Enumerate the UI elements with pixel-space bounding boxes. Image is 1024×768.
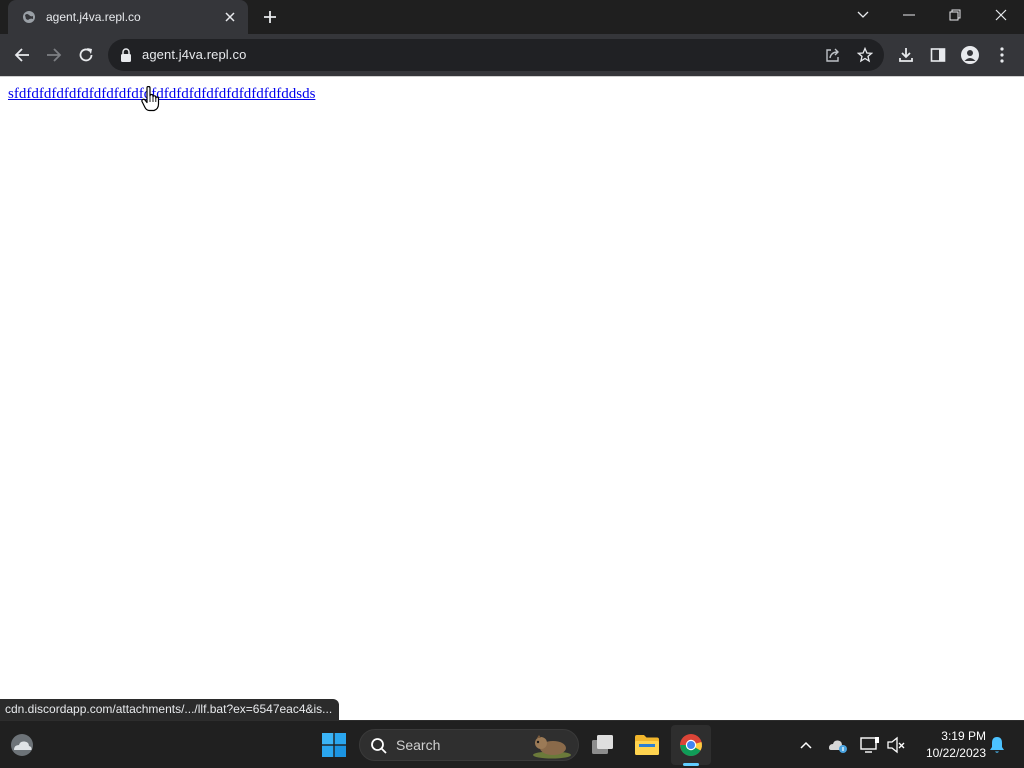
chevron-down-icon	[857, 11, 869, 18]
bookmark-button[interactable]	[854, 44, 876, 66]
downloads-button[interactable]	[892, 41, 920, 69]
forward-button[interactable]	[40, 41, 68, 69]
chrome-taskbar-button[interactable]	[671, 725, 711, 765]
profile-button[interactable]	[956, 41, 984, 69]
lock-icon[interactable]	[120, 48, 132, 62]
speaker-muted-icon	[887, 736, 905, 754]
onedrive-icon	[829, 740, 847, 753]
url-text[interactable]: agent.j4va.repl.co	[142, 47, 246, 62]
close-icon	[995, 9, 1007, 21]
reload-button[interactable]	[72, 41, 100, 69]
tab-close-button[interactable]	[222, 9, 238, 25]
status-url-bubble: cdn.discordapp.com/attachments/.../llf.b…	[0, 699, 339, 720]
forward-arrow-icon	[47, 48, 62, 62]
close-icon	[225, 12, 235, 22]
chrome-menu-button[interactable]	[988, 41, 1016, 69]
reload-icon	[79, 48, 93, 62]
clock-date: 10/22/2023	[925, 746, 986, 760]
network-icon	[860, 737, 879, 753]
weather-widget[interactable]	[8, 731, 36, 759]
kebab-menu-icon	[1000, 47, 1004, 63]
hand-cursor-icon	[141, 86, 160, 112]
volume-tray-button[interactable]	[884, 733, 908, 757]
restore-button[interactable]	[932, 0, 978, 30]
side-panel-button[interactable]	[924, 41, 952, 69]
star-icon	[857, 47, 873, 63]
start-button[interactable]	[320, 731, 348, 759]
bell-icon	[990, 737, 1004, 753]
file-explorer-button[interactable]	[633, 731, 661, 759]
show-hidden-icons-button[interactable]	[796, 733, 816, 757]
active-app-indicator	[683, 763, 699, 766]
taskbar-clock[interactable]: 3:19 PM 10/22/2023	[914, 728, 986, 762]
web-page: sfdfdfdfdfdfdfdfdfdfdfdfdfdfdfdfdfdfdfdf…	[0, 77, 1024, 720]
clock-time: 3:19 PM	[941, 729, 986, 743]
chevron-up-icon	[800, 741, 812, 749]
minimize-button[interactable]	[886, 0, 932, 30]
search-icon	[371, 738, 387, 754]
task-view-icon	[592, 735, 613, 754]
weather-icon	[11, 734, 33, 756]
share-button[interactable]	[822, 44, 844, 66]
notifications-button[interactable]	[986, 734, 1008, 756]
windows-start-icon	[322, 733, 346, 757]
close-window-button[interactable]	[978, 0, 1024, 30]
onedrive-tray-button[interactable]	[826, 733, 850, 757]
restore-icon	[949, 9, 961, 21]
back-button[interactable]	[8, 41, 36, 69]
new-tab-button[interactable]	[258, 6, 282, 28]
globe-icon	[23, 11, 35, 23]
task-view-button[interactable]	[589, 731, 617, 759]
tab-strip: agent.j4va.repl.co	[0, 0, 1024, 34]
share-icon	[826, 48, 839, 62]
side-panel-icon	[930, 48, 946, 62]
browser-toolbar: agent.j4va.repl.co	[0, 34, 1024, 76]
back-arrow-icon	[14, 48, 29, 62]
minimize-icon	[903, 14, 915, 16]
search-highlight-image	[533, 735, 571, 759]
chrome-icon	[680, 734, 702, 756]
search-placeholder: Search	[396, 737, 441, 753]
address-bar[interactable]: agent.j4va.repl.co	[108, 39, 884, 71]
file-explorer-icon	[635, 735, 659, 755]
browser-tab[interactable]: agent.j4va.repl.co	[8, 0, 248, 34]
download-icon	[899, 48, 913, 62]
profile-icon	[961, 46, 979, 64]
tab-search-button[interactable]	[840, 0, 886, 30]
network-tray-button[interactable]	[858, 733, 882, 757]
plus-icon	[264, 11, 276, 23]
download-link[interactable]: sfdfdfdfdfdfdfdfdfdfdfdfdfdfdfdfdfdfdfdf…	[8, 86, 315, 103]
taskbar-search-box[interactable]: Search	[359, 729, 579, 761]
windows-taskbar: Search 3:19 PM 10/22/2023	[0, 720, 1024, 768]
tab-title: agent.j4va.repl.co	[46, 10, 141, 24]
